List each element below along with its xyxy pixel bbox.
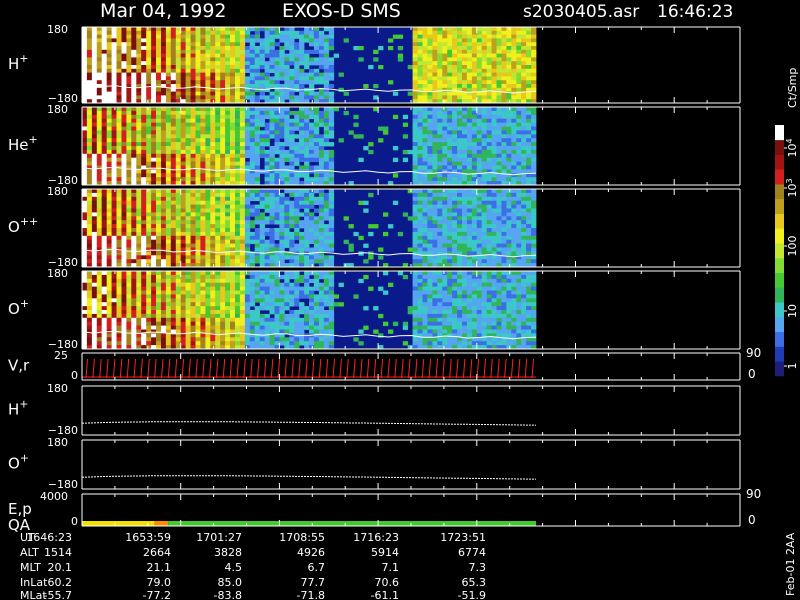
colorbar-swatch: [775, 184, 784, 200]
colorbar-title: Ct/Smp: [786, 68, 799, 108]
colorbar-swatch: [775, 287, 784, 303]
cell-inlat: 85.0: [218, 576, 243, 589]
colorbar-tick-label: 100: [786, 236, 799, 257]
cell-inlat: 70.6: [375, 576, 400, 589]
cell-mlat: -77.2: [143, 589, 171, 600]
colorbar-swatch: [775, 228, 784, 244]
cell-mlat: -55.7: [44, 589, 72, 600]
cell-alt: 5914: [371, 546, 399, 559]
qa-segment-orange: [154, 521, 169, 526]
y-top-label: 180: [47, 267, 68, 280]
panel-he-plus-1: [81, 107, 537, 186]
panel-label: V,r: [8, 357, 30, 375]
y-top-label: 180: [47, 436, 68, 449]
y-bottom-label: 0: [71, 515, 78, 528]
cell-inlat: 79.0: [147, 576, 172, 589]
right-bottom-label: 0: [748, 513, 756, 527]
y-top-label: 4000: [40, 490, 68, 503]
y-top-label: 180: [47, 185, 68, 198]
cell-inlat: 60.2: [48, 576, 73, 589]
y-top-label: 180: [47, 103, 68, 116]
colorbar-tick-label: 10: [786, 304, 799, 318]
cell-alt: 6774: [458, 546, 486, 559]
colorbar-tick-label: 1: [786, 363, 799, 370]
cell-ut: 1716:23: [353, 531, 399, 544]
qa-segment-yellow: [82, 521, 155, 526]
y-top-label: 180: [47, 23, 68, 36]
cell-alt: 2664: [143, 546, 171, 559]
cell-ut: 1653:59: [125, 531, 171, 544]
row-label-mlt: MLT: [20, 561, 41, 574]
colorbar-swatch: [775, 243, 784, 259]
cell-ut: 1723:51: [440, 531, 486, 544]
panel-o-plus-3: [81, 271, 537, 350]
right-top-label: 90: [746, 487, 761, 501]
colorbar-swatch: [775, 316, 784, 332]
cell-mlt: 20.1: [48, 561, 73, 574]
header-file: s2030405.asr: [523, 2, 639, 22]
cell-alt: 4926: [297, 546, 325, 559]
colorbar-swatch: [775, 139, 784, 155]
right-bottom-label: 0: [748, 367, 756, 381]
row-label-inlat: InLat: [20, 576, 48, 589]
cell-mlat: -71.8: [297, 589, 325, 600]
cell-mlt: 7.1: [382, 561, 400, 574]
cell-ut: 1646:23: [26, 531, 72, 544]
cell-inlat: 65.3: [462, 576, 487, 589]
cell-inlat: 77.7: [301, 576, 326, 589]
cell-ut: 1701:27: [196, 531, 242, 544]
right-top-label: 90: [746, 346, 761, 360]
cell-alt: 3828: [214, 546, 242, 559]
panel-o-plusplus-2: [81, 189, 537, 268]
row-label-alt: ALT: [20, 546, 39, 559]
cell-mlt: 7.3: [469, 561, 487, 574]
colorbar-swatch: [775, 302, 784, 318]
cell-mlt: 21.1: [147, 561, 172, 574]
header-instrument: EXOS-D SMS: [282, 0, 401, 22]
panel-ep-7: [82, 521, 537, 526]
colorbar-swatch: [775, 331, 784, 347]
cell-mlt: 4.5: [225, 561, 243, 574]
colorbar-swatch: [775, 272, 784, 288]
colorbar-swatch: [775, 169, 784, 185]
colorbar-swatch: [775, 361, 784, 377]
cell-mlt: 6.7: [308, 561, 326, 574]
cell-mlat: -61.1: [371, 589, 399, 600]
colorbar-swatch: [775, 154, 784, 170]
qa-segment-green: [168, 521, 537, 526]
header-time: 16:46:23: [657, 2, 733, 22]
cell-alt: 1514: [44, 546, 72, 559]
cell-ut: 1708:55: [279, 531, 325, 544]
panel-h-plus-0: [81, 27, 537, 104]
header-date: Mar 04, 1992: [100, 0, 227, 22]
exos-d-sms-plot: Mar 04, 1992 EXOS-D SMS s2030405.asr 16:…: [0, 0, 800, 600]
cell-mlat: -51.9: [458, 589, 486, 600]
colorbar-swatch: [775, 125, 784, 141]
cell-mlat: -83.8: [214, 589, 242, 600]
y-bottom-label: 0: [71, 369, 78, 382]
colorbar-swatch: [775, 213, 784, 229]
colorbar-swatch: [775, 257, 784, 273]
colorbar-swatch: [775, 198, 784, 214]
footer-note: Feb-01 2AA: [784, 532, 797, 596]
y-top-label: 180: [47, 382, 68, 395]
y-top-label: 25: [54, 349, 68, 362]
colorbar-swatch: [775, 346, 784, 362]
